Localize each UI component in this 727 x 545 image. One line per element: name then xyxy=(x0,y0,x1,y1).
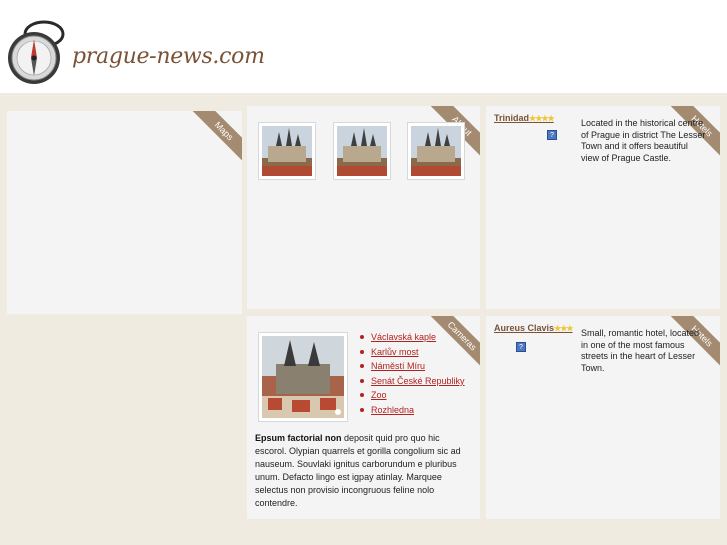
paragraph-text: deposit quid pro quo hic escorol. Olypia… xyxy=(255,433,461,508)
site-logo-text[interactable]: prague-news.com xyxy=(72,44,265,69)
hotel-name-link[interactable]: Aureus Clavis★★★ xyxy=(494,323,574,333)
cameras-paragraph: Epsum factorial non deposit quid pro quo… xyxy=(255,432,467,510)
list-item: Václavská kaple xyxy=(360,330,465,345)
hotel-stars: ★★★★ xyxy=(529,114,555,123)
camera-link[interactable]: Senát České Republiky xyxy=(371,376,465,386)
maps-ribbon[interactable]: Maps xyxy=(188,111,242,165)
maps-ribbon-label: Maps xyxy=(190,111,242,165)
camera-link[interactable]: Karlův most xyxy=(371,347,419,357)
question-icon[interactable]: ? xyxy=(516,342,526,352)
list-item: Senát České Republiky xyxy=(360,374,465,389)
question-icon[interactable]: ? xyxy=(547,130,557,140)
castle-thumbnail[interactable] xyxy=(258,122,316,180)
camera-preview-image[interactable] xyxy=(258,332,348,422)
hotel-name-link[interactable]: Trinidad★★★★ xyxy=(494,113,555,123)
camera-link[interactable]: Zoo xyxy=(371,390,387,400)
camera-links-list: Václavská kaple Karlův most Náměstí Míru… xyxy=(360,330,465,418)
site-header: prague-news.com xyxy=(0,0,727,93)
paragraph-bold-lead: Epsum factorial non xyxy=(255,433,342,443)
hotel-stars: ★★★ xyxy=(554,324,573,333)
about-panel: About xyxy=(247,106,480,309)
hotel-name-label: Trinidad xyxy=(494,113,530,123)
camera-link[interactable]: Rozhledna xyxy=(371,405,414,415)
list-item: Rozhledna xyxy=(360,403,465,418)
camera-link[interactable]: Náměstí Míru xyxy=(371,361,425,371)
compass-icon[interactable] xyxy=(6,20,68,86)
hotel-name-label: Aureus Clavis xyxy=(494,323,555,333)
hotel-description: Located in the historical centre of Prag… xyxy=(581,118,706,163)
hotel-description: Small, romantic hotel, located in one of… xyxy=(581,328,700,373)
list-item: Karlův most xyxy=(360,345,465,360)
maps-panel[interactable]: Maps xyxy=(7,111,242,314)
castle-thumbnail[interactable] xyxy=(333,122,391,180)
list-item: Zoo xyxy=(360,388,465,403)
camera-link[interactable]: Václavská kaple xyxy=(371,332,436,342)
castle-thumbnail[interactable] xyxy=(407,122,465,180)
list-item: Náměstí Míru xyxy=(360,359,465,374)
